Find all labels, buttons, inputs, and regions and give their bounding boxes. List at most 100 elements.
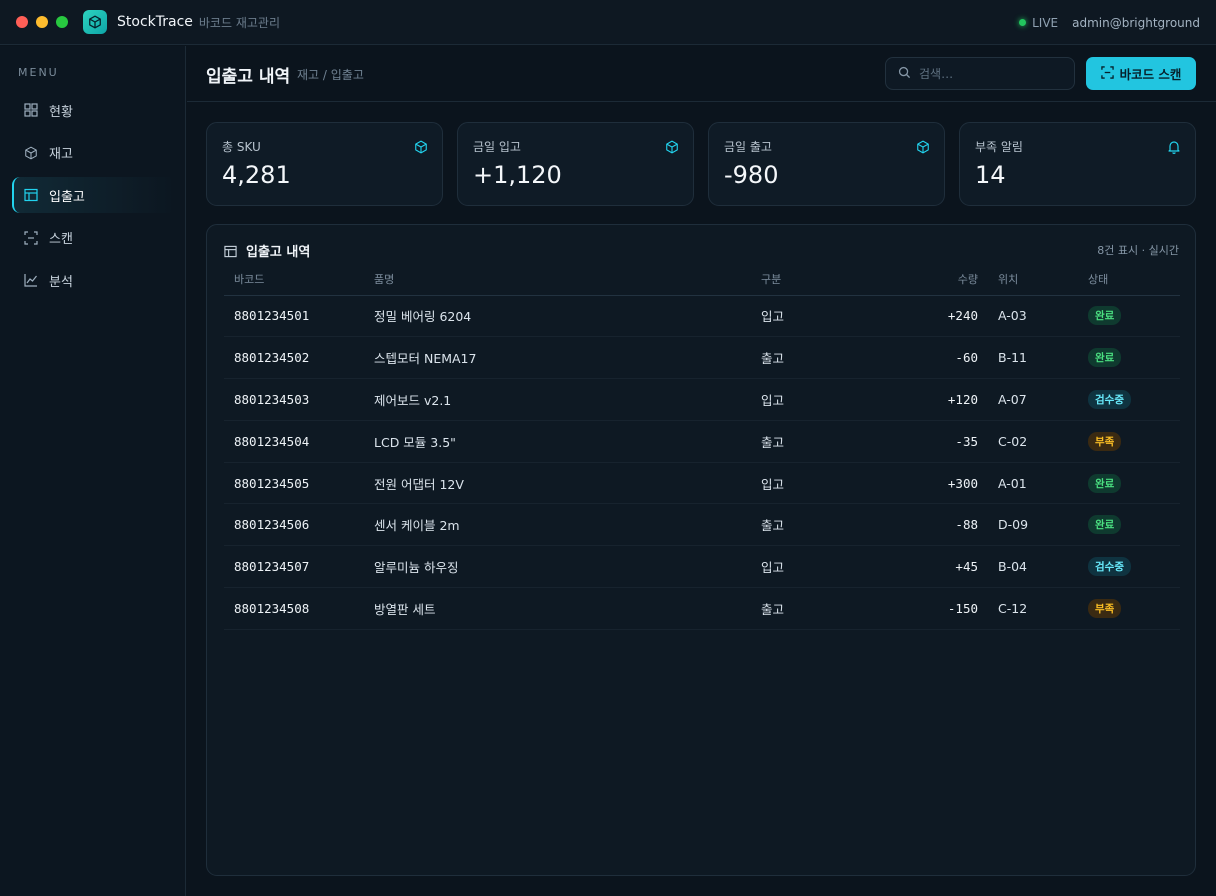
sidebar-item-inventory[interactable]: 재고 <box>12 135 176 171</box>
table-row[interactable]: 8801234501 정밀 베어링 6204 입고 +240 A-03 완료 <box>224 295 1180 338</box>
location-cell: B-11 <box>998 336 1088 380</box>
scan-icon <box>1100 65 1114 82</box>
status-cell: 완료 <box>1088 462 1180 505</box>
app-name: StockTrace <box>117 14 193 30</box>
stat-value: -980 <box>724 161 779 189</box>
chart-icon <box>24 273 38 287</box>
qty-cell: +240 <box>881 295 998 338</box>
stat-value: 4,281 <box>222 161 291 189</box>
location-cell: B-04 <box>998 545 1088 589</box>
qty-cell: -150 <box>881 587 998 630</box>
bell-icon <box>1167 139 1181 158</box>
scan-icon <box>24 230 38 245</box>
barcode-cell: 8801234505 <box>224 462 374 505</box>
column-header-qty[interactable]: 수량 <box>881 263 998 296</box>
sidebar: MENU 현황 재고 입출고 스캔 분석 <box>0 46 186 896</box>
location-cell: A-01 <box>998 462 1088 505</box>
barcode-scan-label: 바코드 스캔 <box>1119 67 1182 82</box>
stat-label: 부족 알림 <box>975 140 1023 154</box>
name-cell: 제어보드 v2.1 <box>374 378 761 421</box>
barcode-cell: 8801234506 <box>224 503 374 547</box>
live-dot-icon <box>1019 19 1027 26</box>
sidebar-item-label: 분석 <box>49 274 73 290</box>
sidebar-item-label: 입출고 <box>49 189 85 205</box>
barcode-cell: 8801234503 <box>224 378 374 421</box>
barcode-cell: 8801234501 <box>224 295 374 338</box>
sidebar-item-analytics[interactable]: 분석 <box>12 262 176 298</box>
minimize-window-button[interactable] <box>36 16 48 28</box>
barcode-scan-button[interactable]: 바코드 스캔 <box>1086 57 1196 90</box>
app-logo-icon <box>83 10 107 34</box>
title-bar: StockTrace 바코드 재고관리 LIVE admin@brightgro… <box>0 0 1216 45</box>
status-badge: 완료 <box>1088 515 1122 535</box>
stat-label: 금일 출고 <box>724 140 772 154</box>
barcode-cell: 8801234508 <box>224 587 374 630</box>
type-cell: 입고 <box>761 378 881 421</box>
type-cell: 입고 <box>761 295 881 338</box>
name-cell: 전원 어댑터 12V <box>374 462 761 505</box>
barcode-cell: 8801234507 <box>224 545 374 589</box>
column-header-name[interactable]: 품명 <box>374 263 761 296</box>
location-cell: C-12 <box>998 587 1088 630</box>
status-cell: 검수중 <box>1088 545 1180 589</box>
status-cell: 검수중 <box>1088 378 1180 421</box>
user-account[interactable]: admin@brightground <box>1072 16 1200 30</box>
qty-cell: +120 <box>881 378 998 421</box>
name-cell: 방열판 세트 <box>374 587 761 630</box>
status-badge: 완료 <box>1088 473 1122 493</box>
box-icon <box>24 146 38 160</box>
close-window-button[interactable] <box>16 16 28 28</box>
stat-value: 14 <box>975 161 1006 189</box>
status-cell: 부족 <box>1088 420 1180 463</box>
status-badge: 검수중 <box>1088 557 1131 577</box>
status-badge: 부족 <box>1088 431 1122 451</box>
status-cell: 완료 <box>1088 503 1180 547</box>
table-row[interactable]: 8801234507 알루미늄 하우징 입고 +45 B-04 검수중 <box>224 545 1180 589</box>
live-label: LIVE <box>1032 15 1059 30</box>
search-box[interactable] <box>885 57 1075 90</box>
column-header-status[interactable]: 상태 <box>1088 263 1180 296</box>
breadcrumb: 재고 / 입출고 <box>297 68 364 82</box>
search-input[interactable] <box>919 66 1059 81</box>
table-row[interactable]: 8801234504 LCD 모듈 3.5" 출고 -35 C-02 부족 <box>224 420 1180 463</box>
name-cell: 알루미늄 하우징 <box>374 545 761 589</box>
column-header-type[interactable]: 구분 <box>761 263 881 296</box>
location-cell: C-02 <box>998 420 1088 463</box>
qty-cell: +45 <box>881 545 998 589</box>
search-icon <box>898 64 911 83</box>
stat-card-today-outbound: 금일 출고 -980 <box>708 122 945 206</box>
stat-card-shortage-alerts: 부족 알림 14 <box>959 122 1196 206</box>
status-badge: 부족 <box>1088 598 1122 618</box>
column-header-barcode[interactable]: 바코드 <box>224 263 374 296</box>
inout-history-panel: 입출고 내역 8건 표시 · 실시간 바코드 품명 구분 수량 위치 상태 88… <box>206 224 1196 876</box>
table-icon <box>224 243 237 262</box>
grid-icon <box>24 103 38 117</box>
menu-label: MENU <box>18 66 59 79</box>
box-icon <box>665 139 679 158</box>
panel-meta: 8건 표시 · 실시간 <box>1097 244 1179 257</box>
status-cell: 완료 <box>1088 336 1180 380</box>
stat-card-today-inbound: 금일 입고 +1,120 <box>457 122 694 206</box>
table-row[interactable]: 8801234502 스텝모터 NEMA17 출고 -60 B-11 완료 <box>224 336 1180 380</box>
sidebar-nav: 현황 재고 입출고 스캔 분석 <box>12 92 176 305</box>
status-badge: 완료 <box>1088 306 1122 326</box>
maximize-window-button[interactable] <box>56 16 68 28</box>
table-row[interactable]: 8801234505 전원 어댑터 12V 입고 +300 A-01 완료 <box>224 462 1180 505</box>
type-cell: 출고 <box>761 336 881 380</box>
table-row[interactable]: 8801234506 센서 케이블 2m 출고 -88 D-09 완료 <box>224 503 1180 547</box>
barcode-cell: 8801234502 <box>224 336 374 380</box>
stat-label: 총 SKU <box>222 140 261 154</box>
stat-value: +1,120 <box>473 161 562 189</box>
stat-card-total-sku: 총 SKU 4,281 <box>206 122 443 206</box>
sidebar-item-label: 재고 <box>49 147 73 162</box>
table-icon <box>24 188 38 202</box>
table-row[interactable]: 8801234508 방열판 세트 출고 -150 C-12 부족 <box>224 587 1180 630</box>
sidebar-item-inout[interactable]: 입출고 <box>12 177 176 213</box>
sidebar-item-overview[interactable]: 현황 <box>12 92 176 128</box>
column-header-location[interactable]: 위치 <box>998 263 1088 296</box>
stat-label: 금일 입고 <box>473 140 521 154</box>
page-header: 입출고 내역 재고 / 입출고 바코드 스캔 <box>187 46 1216 102</box>
sidebar-item-scan[interactable]: 스캔 <box>12 220 176 256</box>
stats-row: 총 SKU 4,281 금일 입고 +1,120 금일 출고 -980 부족 알… <box>206 122 1196 206</box>
table-row[interactable]: 8801234503 제어보드 v2.1 입고 +120 A-07 검수중 <box>224 378 1180 421</box>
